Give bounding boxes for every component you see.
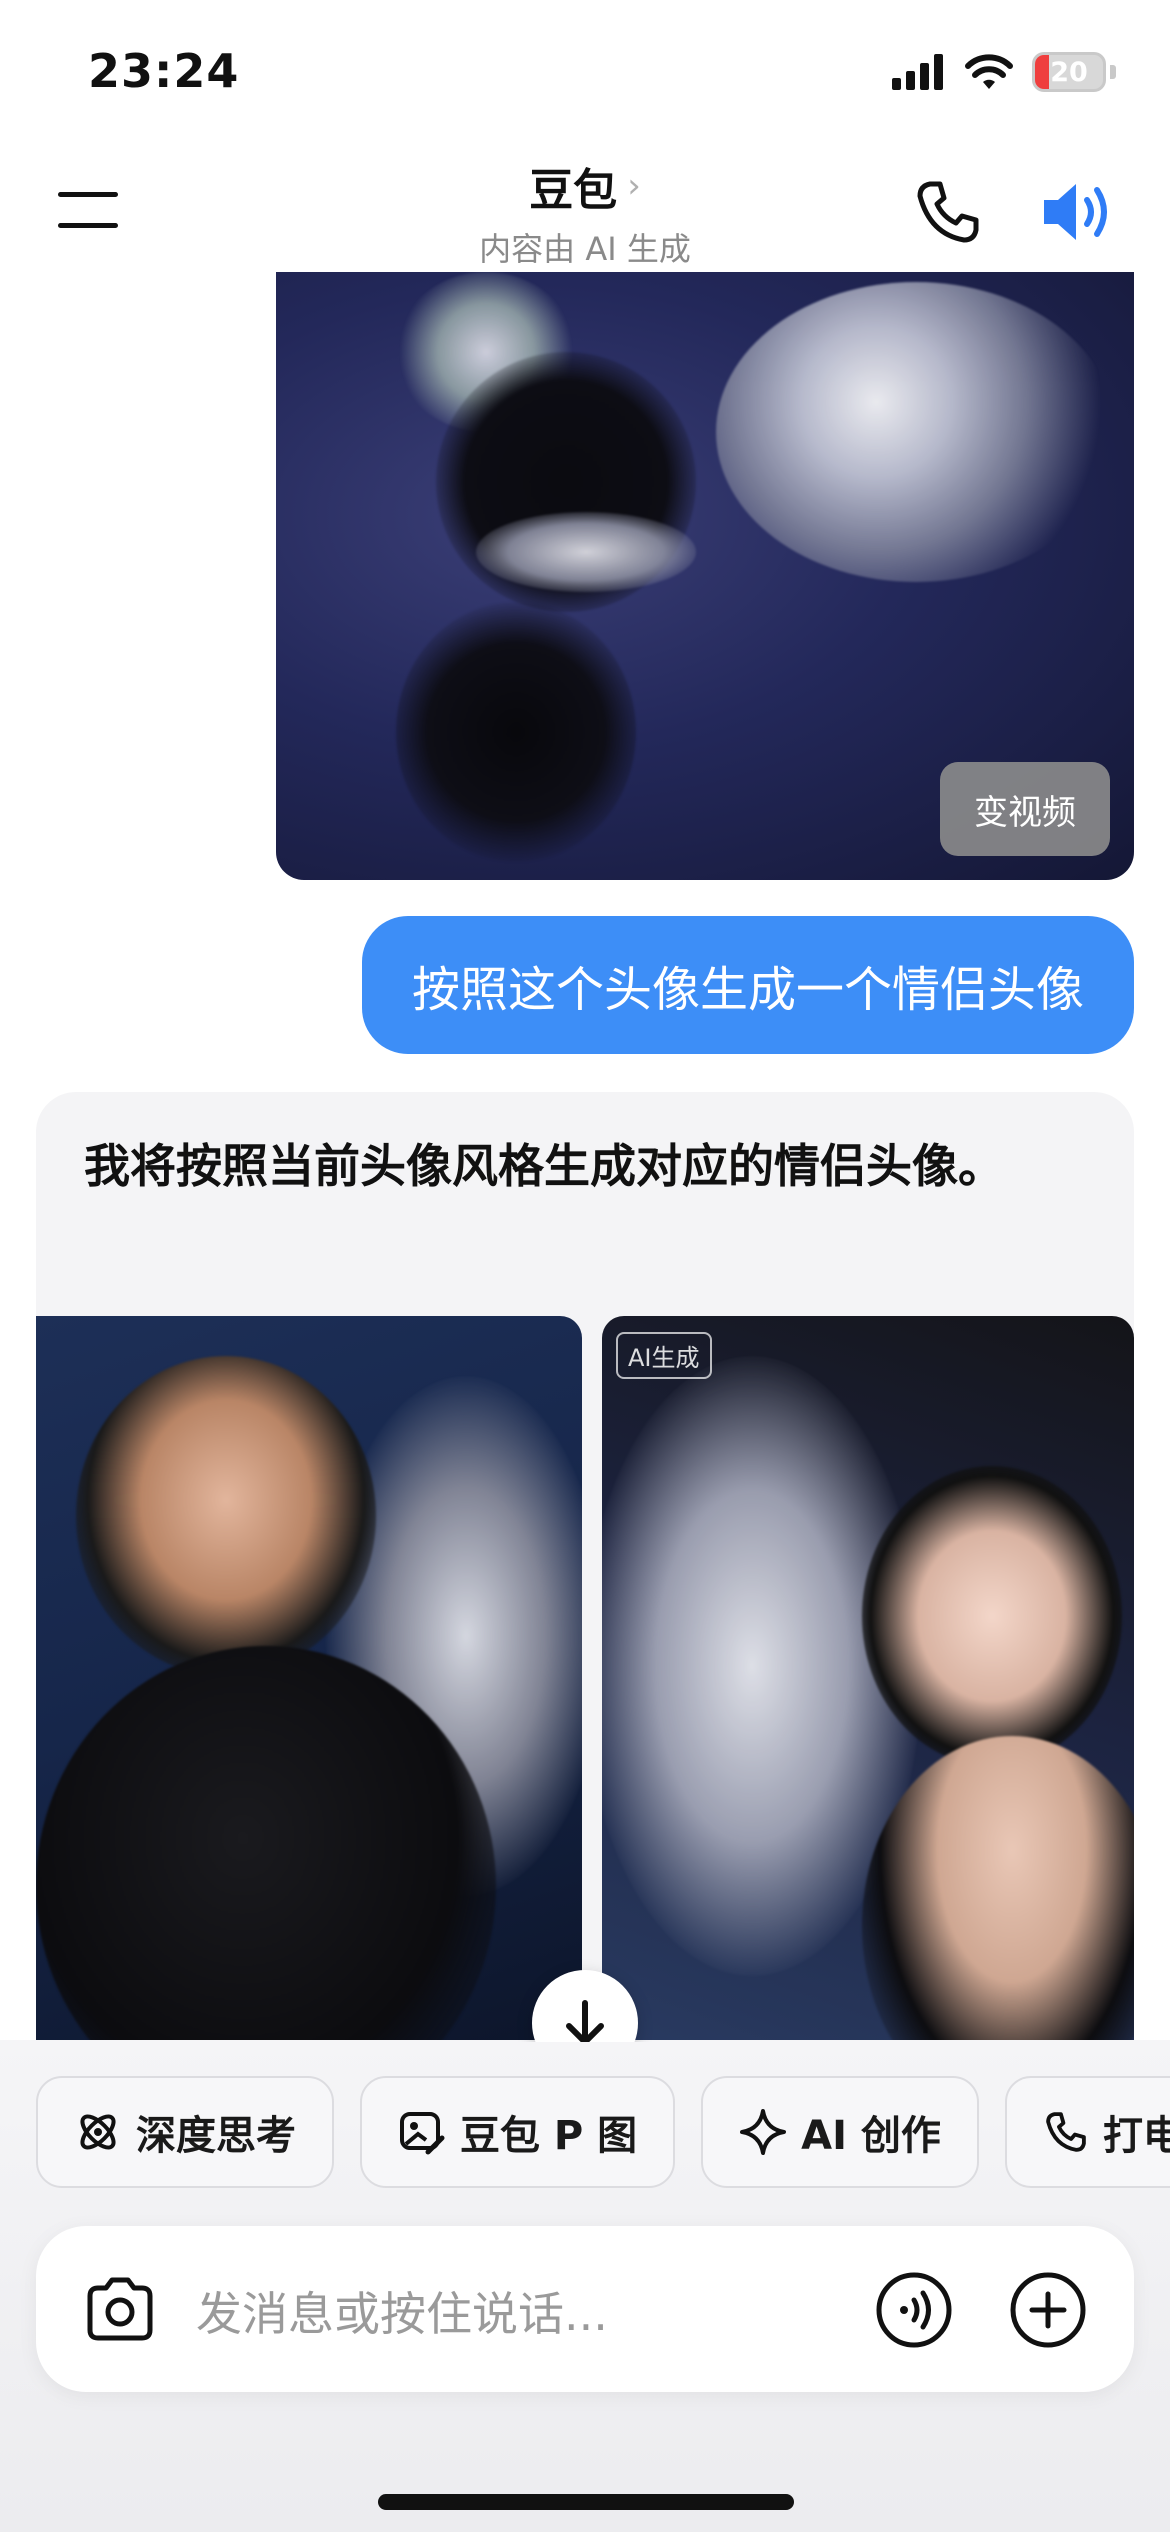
plus-icon[interactable] [1008, 2270, 1088, 2350]
voice-wave-icon[interactable] [874, 2270, 954, 2350]
chat-title[interactable]: 豆包 [529, 154, 617, 218]
message-input[interactable]: 发消息或按住说话... [196, 2278, 608, 2344]
chip-image-edit[interactable]: 豆包 P 图 [360, 2076, 676, 2188]
chat-area[interactable]: 变视频 按照这个头像生成一个情侣头像 我将按照当前头像风格生成对应的情侣头像。 … [0, 272, 1170, 2042]
status-time: 23:24 [88, 44, 240, 98]
status-icons: 20 [892, 52, 1116, 92]
bot-message-text: 我将按照当前头像风格生成对应的情侣头像。 [84, 1139, 1004, 1193]
chip-deep-thinking[interactable]: 深度思考 [36, 2076, 334, 2188]
chip-call[interactable]: 打电话 [1004, 2076, 1170, 2188]
sparkle-icon [740, 2109, 787, 2155]
generated-image-male[interactable] [36, 1316, 582, 2042]
home-indicator [378, 2494, 794, 2510]
battery-nub [1110, 65, 1116, 79]
chip-label: AI 创作 [801, 2113, 941, 2159]
quick-action-chips: 深度思考 豆包 P 图 AI 创作 打电 [36, 2076, 1170, 2188]
image-edit-icon [400, 2112, 445, 2155]
screen: 23:24 20 豆包 › 内容由 AI 生成 变视频 按照这个头像生成一个情侣… [0, 0, 1170, 2532]
chip-label: 深度思考 [136, 2113, 296, 2159]
title-block[interactable]: 豆包 › 内容由 AI 生成 [0, 154, 1170, 270]
wifi-icon [965, 54, 1013, 89]
chip-ai-create[interactable]: AI 创作 [701, 2076, 979, 2188]
message-input-bar[interactable]: 发消息或按住说话... [36, 2226, 1134, 2392]
bot-message-card: 我将按照当前头像风格生成对应的情侣头像。 AI生成 [36, 1092, 1134, 2042]
ai-generated-badge: AI生成 [616, 1332, 712, 1379]
chat-subtitle: 内容由 AI 生成 [479, 230, 691, 268]
atom-icon [80, 2114, 116, 2150]
battery-text: 20 [1050, 56, 1088, 88]
generated-image-female[interactable]: AI生成 [602, 1316, 1134, 2042]
camera-icon[interactable] [82, 2272, 158, 2348]
to-video-button[interactable]: 变视频 [940, 762, 1110, 856]
signal-icon [892, 54, 943, 90]
speaker-icon[interactable] [1040, 176, 1116, 248]
arrow-down-icon [566, 2000, 604, 2042]
chevron-right-icon: › [627, 166, 641, 206]
battery-icon: 20 [1032, 52, 1106, 92]
chip-label: 豆包 P 图 [460, 2113, 638, 2159]
user-message-bubble: 按照这个头像生成一个情侣头像 [361, 916, 1134, 1054]
phone-icon[interactable] [912, 176, 984, 248]
phone-icon [1046, 2112, 1086, 2152]
chip-label: 打电话 [1102, 2113, 1170, 2159]
cat-image-message[interactable]: 变视频 [276, 272, 1134, 880]
status-bar: 23:24 20 [0, 0, 1170, 140]
chat-header: 豆包 › 内容由 AI 生成 [0, 140, 1170, 272]
composer-area: 深度思考 豆包 P 图 AI 创作 打电 发消息或按住说话... [0, 2040, 1170, 2532]
